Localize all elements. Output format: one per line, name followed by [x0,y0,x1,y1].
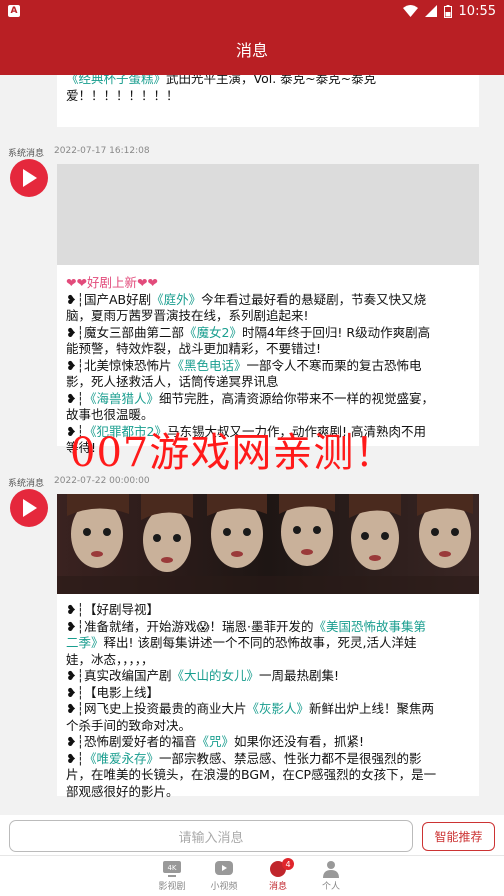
drama-link[interactable]: 《经典杯子蛋糕》 [66,75,166,86]
message-line: 影，死人拯救活人，话筒传递冥界讯息 [66,374,279,389]
message-line: ❥┆网飞史上投资最贵的商业大片《灰影人》新鲜出炉上线！聚焦两 [66,701,435,716]
tab-label: 个人 [321,882,340,892]
message-line: ❥┆北美惊悚恐怖片《黑色电话》一部令人不寒而栗的复古恐怖电 [66,357,422,373]
message-list[interactable]: 《经典杯子蛋糕》武田光平主演，Vol. 泰克~泰克~泰克 爱！！！！！！！！ 系… [0,75,504,815]
signal-icon [424,5,437,17]
message-time: 2022-07-17 16:12:08 [54,146,150,156]
message-line: 娃，冰态，，，，， [66,651,154,667]
system-avatar [10,159,48,197]
unread-badge: 4 [282,858,294,870]
tab-label: 小视频 [210,882,238,892]
4k-tv-icon: 4K [163,860,181,877]
message-line: ❥┆《海兽猎人》细节完胜，高清资源给你带来不一样的视觉盛宴， [66,390,435,406]
message-bubble-3[interactable]: ❥┆【好剧导视】 ❥┆准备就绪，开始游戏😱！瑞恩·墨菲开发的《美国恐怖故事集第 … [57,494,479,799]
play-icon [23,169,37,187]
message-line: ❥┆【电影上线】 [66,684,159,700]
drama-link[interactable]: 《大山的女儿》 [172,668,260,683]
status-bar: A 10:55 [0,0,504,22]
tab-dramas[interactable]: 4K 影视剧 [147,858,197,892]
tab-short-video[interactable]: 小视频 [199,858,249,892]
drama-link[interactable]: 二季》 [66,635,104,650]
message-source: 系统消息 [8,479,45,489]
message-line: ❥┆恐怖剧爱好者的福音《咒》如果你还没有看，抓紧! [66,734,365,749]
drama-link[interactable]: 《魔女2》 [184,325,242,340]
smart-recommend-button[interactable]: 智能推荐 [422,822,495,851]
message-line: 片，在唯美的长镜头，在浪漫的BGM，在CP感强烈的女孩下，是一 [66,767,437,782]
svg-text:4K: 4K [167,864,176,872]
tab-messages[interactable]: 4 消息 [253,858,303,892]
drama-link[interactable]: 《灰影人》 [247,701,310,716]
message-source: 系统消息 [8,149,45,159]
page-title: 消息 [235,40,268,60]
message-line: ❥┆【好剧导视】 [66,602,159,617]
message-line: ❤❤好剧上新❤❤ [66,275,158,290]
input-bar: 请输入消息 智能推荐 [0,815,504,855]
message-meta-2: 系统消息 2022-07-17 16:12:08 [8,146,150,159]
play-video-icon [215,860,233,875]
watermark-text: 007游戏网亲测！ [70,430,396,476]
drama-link[interactable]: 《咒》 [197,734,235,749]
tab-label: 影视剧 [158,882,186,892]
wifi-icon [402,5,418,17]
play-icon [23,499,37,517]
system-avatar [10,489,48,527]
message-line: ❥┆真实改编国产剧《大山的女儿》一周最热剧集! [66,668,340,683]
battery-icon [443,4,452,18]
message-input[interactable]: 请输入消息 [9,820,413,852]
message-image-placeholder [57,164,479,265]
tab-label: 消息 [268,882,287,892]
app-notification-icon: A [8,5,20,17]
bottom-tab-bar: 4K 影视剧 小视频 4 消息 个人 [0,855,504,896]
message-line: ❥┆《唯爱永存》一部宗教感、禁忌感、性张力都不是很强烈的影 [66,750,422,766]
message-line: 《经典杯子蛋糕》武田光平主演，Vol. 泰克~泰克~泰克 [66,75,470,88]
message-line: ❥┆国产AB好剧《庭外》今年看过最好看的悬疑剧，节奏又快又烧 [66,291,427,307]
message-line: 个杀手间的致命对决。 [66,717,192,733]
drama-link[interactable]: 《唯爱永存》 [84,751,159,766]
tab-profile[interactable]: 个人 [306,858,356,892]
message-line: 爱！！！！！！！！ [66,87,179,103]
movie-poster-image[interactable] [57,494,479,594]
drama-link[interactable]: 《美国恐怖故事集第 [314,619,427,634]
person-icon [323,860,339,878]
message-line: 二季》释出! 该剧每集讲述一个不同的恐怖故事，死灵,活人洋娃 [66,635,417,650]
message-bubble-1: 《经典杯子蛋糕》武田光平主演，Vol. 泰克~泰克~泰克 爱！！！！！！！！ [57,75,479,127]
status-time: 10:55 [458,3,496,19]
message-line: ❥┆魔女三部曲第二部《魔女2》时隔4年终于回归! R级动作爽剧高 [66,324,431,340]
drama-link[interactable]: 《庭外》 [151,292,201,307]
message-line: 能预警，特效炸裂，战斗更加精彩，不要错过! [66,341,322,356]
message-line: 部观感很好的影片。 [66,783,179,799]
message-line: 脑，夏雨万茜罗晋演技在线，系列剧追起来! [66,308,309,323]
drama-link[interactable]: 《海兽猎人》 [84,391,159,406]
top-bar: A 10:55 消息 [0,0,504,75]
drama-link[interactable]: 《黑色电话》 [172,358,247,373]
message-bubble-2[interactable]: ❤❤好剧上新❤❤ ❥┆国产AB好剧《庭外》今年看过最好看的悬疑剧，节奏又快又烧 … [57,164,479,455]
message-line: ❥┆准备就绪，开始游戏😱！瑞恩·墨菲开发的《美国恐怖故事集第 [66,618,427,634]
